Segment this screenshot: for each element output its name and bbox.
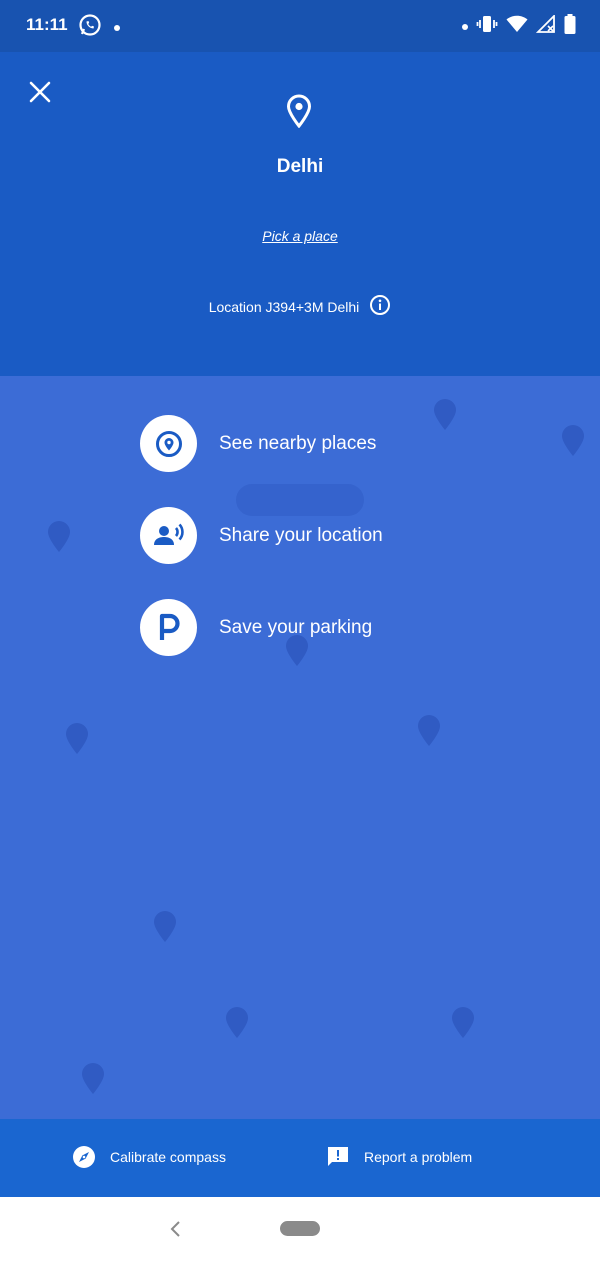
info-icon[interactable] (369, 294, 391, 319)
map-pin-icon (452, 1007, 474, 1038)
close-button[interactable] (22, 74, 58, 110)
location-header: Delhi Pick a place Location J394+3M Delh… (0, 52, 600, 376)
map-pin-icon (48, 521, 70, 552)
save-parking-action[interactable]: Save your parking (140, 599, 372, 656)
bottom-action-bar: Calibrate compass Report a problem (0, 1119, 600, 1197)
map-pin-icon (154, 911, 176, 942)
notification-dot-icon (114, 24, 120, 31)
map-pin-icon (66, 723, 88, 754)
report-problem-label: Report a problem (364, 1149, 473, 1165)
share-location-label: Share your location (219, 524, 383, 546)
location-pin-icon (286, 94, 312, 133)
nearby-places-label: See nearby places (219, 432, 377, 454)
share-location-icon (153, 523, 184, 545)
parking-icon (159, 613, 180, 640)
plus-code-text: Location J394+3M Delhi (208, 298, 360, 315)
calibrate-compass-button[interactable]: Calibrate compass (72, 1145, 226, 1169)
notification-dot-icon (462, 23, 468, 30)
status-bar: 11:11 (0, 0, 600, 52)
plus-code-row: Location J394+3M Delhi (0, 294, 600, 319)
calibrate-compass-label: Calibrate compass (110, 1149, 226, 1165)
battery-icon (564, 14, 576, 39)
compass-icon (73, 1146, 95, 1168)
status-time: 11:11 (26, 15, 68, 34)
home-pill-button[interactable] (280, 1221, 320, 1236)
map-pin-icon (82, 1063, 104, 1094)
feedback-icon (328, 1147, 348, 1166)
whatsapp-icon (78, 13, 102, 42)
report-problem-button[interactable]: Report a problem (326, 1145, 472, 1169)
wifi-icon (506, 15, 528, 38)
pick-a-place-link[interactable]: Pick a place (0, 228, 600, 244)
save-parking-label: Save your parking (219, 616, 373, 638)
map-pin-icon (434, 399, 456, 430)
back-icon[interactable] (168, 1219, 182, 1244)
nearby-places-action[interactable]: See nearby places (140, 415, 376, 472)
map-pin-icon (418, 715, 440, 746)
nearby-places-icon (155, 430, 182, 457)
no-signal-icon (535, 13, 556, 38)
share-location-action[interactable]: Share your location (140, 507, 383, 564)
vibrate-icon (476, 14, 498, 39)
map-pin-icon (226, 1007, 248, 1038)
place-title: Delhi (276, 156, 324, 177)
map-overlay[interactable]: See nearby places Share your location Sa… (0, 376, 600, 1119)
map-pin-icon (562, 425, 584, 456)
system-nav-bar (0, 1197, 600, 1266)
close-icon (29, 81, 51, 103)
